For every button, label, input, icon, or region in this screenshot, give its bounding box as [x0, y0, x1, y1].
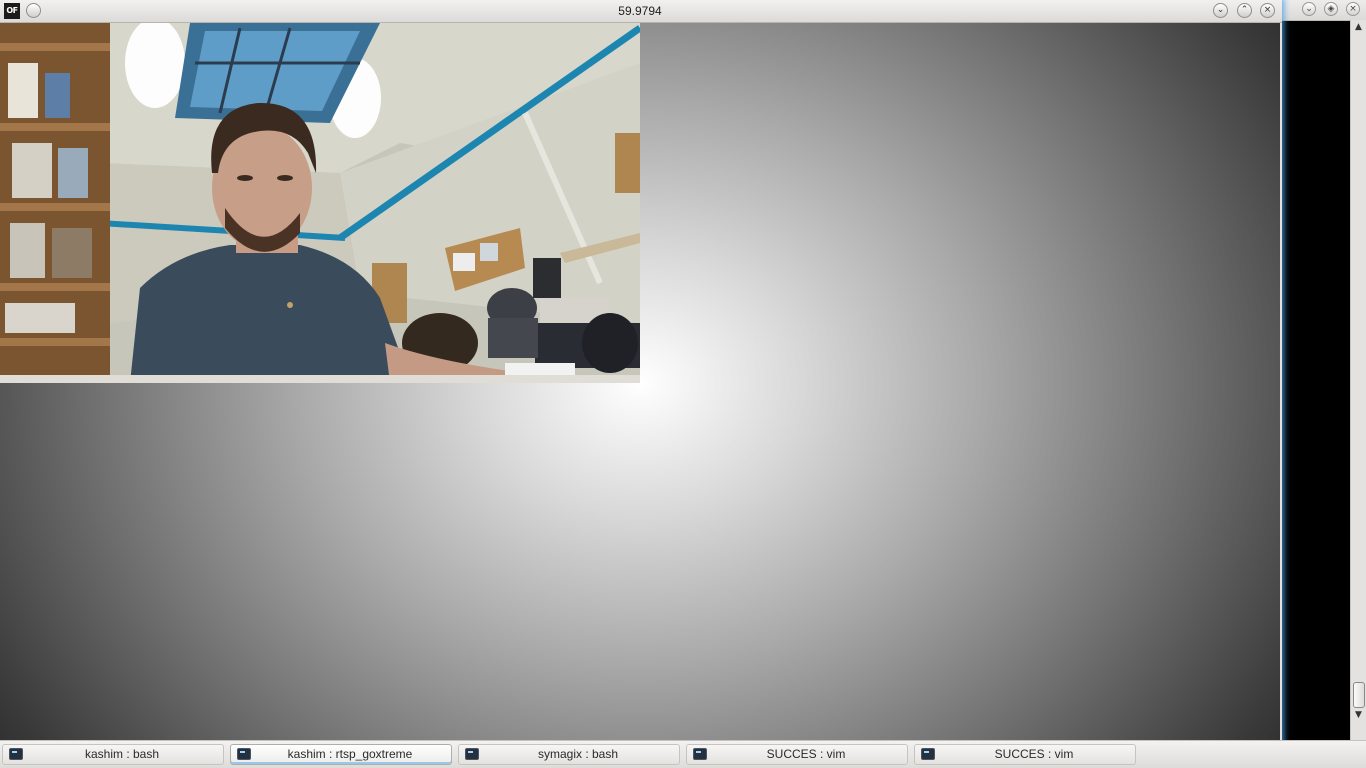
- chevron-down-icon[interactable]: ⌄: [1213, 3, 1228, 18]
- close-icon[interactable]: ×: [1346, 2, 1360, 16]
- terminal-icon: [693, 748, 707, 760]
- terminal-icon: [9, 748, 23, 760]
- terminal-icon: [465, 748, 479, 760]
- taskbar-item-active[interactable]: kashim : rtsp_goxtreme: [230, 744, 452, 765]
- close-icon[interactable]: ×: [1260, 3, 1275, 18]
- background-window[interactable]: ⌄ ◈ × ▲ ▼: [1280, 0, 1366, 740]
- background-window-titlebar[interactable]: ⌄ ◈ ×: [1280, 0, 1366, 21]
- taskbar-item[interactable]: SUCCES : vim: [914, 744, 1136, 765]
- render-canvas[interactable]: [0, 23, 1280, 743]
- scroll-up-icon[interactable]: ▲: [1351, 20, 1366, 34]
- scrollbar-thumb[interactable]: [1353, 682, 1365, 708]
- restore-icon[interactable]: ◈: [1324, 2, 1338, 16]
- taskbar-item-label: kashim : rtsp_goxtreme: [287, 747, 413, 761]
- vertical-scrollbar[interactable]: ▲ ▼: [1350, 20, 1366, 740]
- terminal-icon: [237, 748, 251, 760]
- desktop: ⌄ ◈ × ▲ ▼ OF 59.9794 ⌄ ⌃ × kashim: bash…: [0, 0, 1366, 768]
- webcam-frame-illustration: [0, 23, 640, 383]
- openframeworks-icon[interactable]: OF: [4, 3, 20, 19]
- main-window[interactable]: OF 59.9794 ⌄ ⌃ ×: [0, 0, 1282, 745]
- chevron-up-icon[interactable]: ⌃: [1237, 3, 1252, 18]
- taskbar-item[interactable]: kashim : bash: [2, 744, 224, 765]
- window-title: 59.9794: [618, 4, 662, 18]
- video-feed: [0, 23, 640, 383]
- taskbar-item-label: kashim : bash: [84, 747, 160, 761]
- taskbar-item[interactable]: symagix : bash: [458, 744, 680, 765]
- taskbar: kashim : bash kashim : rtsp_goxtreme sym…: [0, 740, 1366, 768]
- taskbar-item-label: symagix : bash: [537, 747, 619, 761]
- window-titlebar[interactable]: OF 59.9794 ⌄ ⌃ ×: [0, 0, 1282, 23]
- terminal-icon: [921, 748, 935, 760]
- taskbar-item-label: SUCCES : vim: [994, 747, 1074, 761]
- taskbar-item-label: SUCCES : vim: [766, 747, 846, 761]
- taskbar-item[interactable]: SUCCES : vim: [686, 744, 908, 765]
- chevron-down-icon[interactable]: ⌄: [1302, 2, 1316, 16]
- scroll-down-icon[interactable]: ▼: [1351, 708, 1366, 722]
- window-menu-icon[interactable]: [26, 3, 41, 18]
